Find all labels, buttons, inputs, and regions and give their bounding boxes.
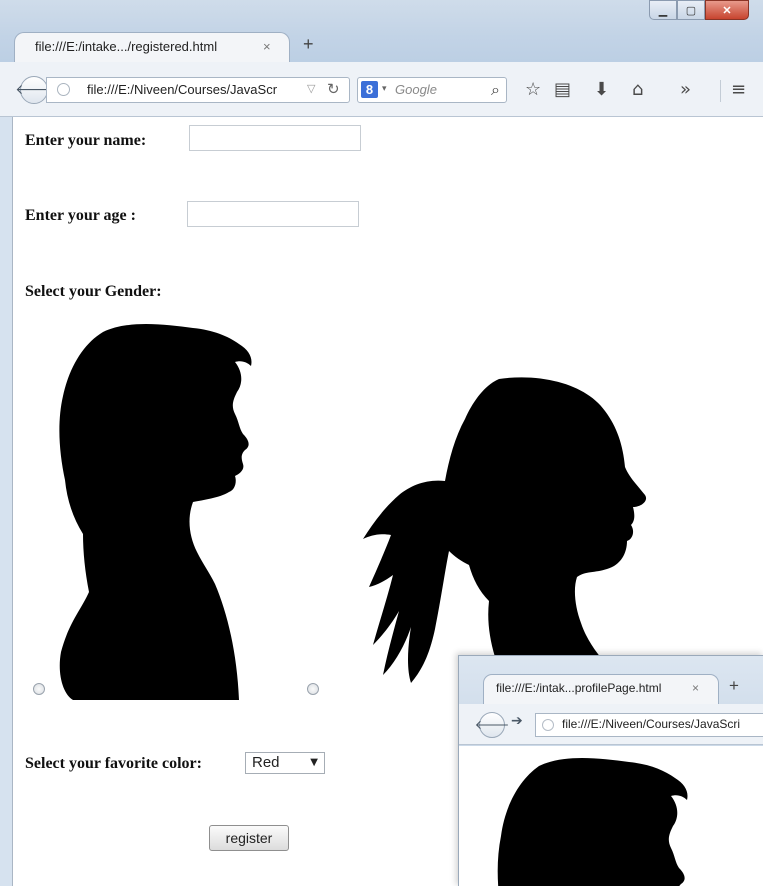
url-bar[interactable]: file:///E:/Niveen/Courses/JavaScri xyxy=(535,713,763,737)
chevron-down-icon: ▼ xyxy=(310,757,318,768)
tab-close-icon[interactable]: × xyxy=(263,39,271,54)
female-silhouette-image[interactable] xyxy=(349,375,649,687)
age-label: Enter your age : xyxy=(25,207,136,224)
back-button[interactable]: 🡐 xyxy=(475,712,509,738)
reading-list-icon[interactable]: ▤ xyxy=(554,81,571,99)
tab-title: file:///E:/intak...profilePage.html xyxy=(496,681,662,695)
url-bar[interactable]: file:///E:/Niveen/Courses/JavaScr ▽ ↻ xyxy=(46,77,350,103)
toolbar-divider xyxy=(720,80,721,102)
color-select-value: Red xyxy=(252,754,280,771)
maximize-button[interactable]: ▢ xyxy=(677,0,705,20)
menu-icon[interactable]: ≡ xyxy=(731,81,746,99)
minimize-button[interactable]: ▁ xyxy=(649,0,677,20)
name-input[interactable] xyxy=(189,125,361,151)
tab-title: file:///E:/intake.../registered.html xyxy=(35,39,218,54)
search-input[interactable]: Google xyxy=(395,82,437,97)
tab-registered[interactable]: file:///E:/intake.../registered.html × xyxy=(14,32,290,64)
profile-page-window: file:///E:/intak...profilePage.html × + … xyxy=(458,655,763,886)
age-input[interactable] xyxy=(187,201,359,227)
new-tab-button[interactable]: + xyxy=(303,34,314,55)
reload-icon[interactable]: ↻ xyxy=(327,80,340,98)
color-select[interactable]: Red ▼ xyxy=(245,752,325,774)
download-icon[interactable]: ⬇ xyxy=(594,81,609,99)
back-button[interactable]: 🡐 xyxy=(15,76,53,104)
new-tab-button[interactable]: + xyxy=(729,676,739,696)
tab-close-icon[interactable]: × xyxy=(692,681,699,695)
search-engine-dropdown-icon[interactable]: ▾ xyxy=(382,83,387,94)
color-label: Select your favorite color: xyxy=(25,755,202,772)
profile-silhouette-image xyxy=(497,758,688,886)
search-bar[interactable]: 8 ▾ Google ⌕ xyxy=(357,77,507,103)
register-button[interactable]: register xyxy=(209,825,289,851)
url-text: file:///E:/Niveen/Courses/JavaScri xyxy=(562,717,741,731)
search-icon[interactable]: ⌕ xyxy=(491,80,500,100)
tab-profile-page[interactable]: file:///E:/intak...profilePage.html × xyxy=(483,674,719,704)
browser-window: file:///E:/intake.../registered.html × +… xyxy=(0,0,763,886)
overflow-icon[interactable]: » xyxy=(680,81,691,99)
star-icon[interactable]: ☆ xyxy=(525,81,541,99)
name-label: Enter your name: xyxy=(25,132,147,149)
female-radio[interactable] xyxy=(307,683,319,695)
close-button[interactable]: ✕ xyxy=(705,0,749,20)
forward-icon[interactable]: ➔ xyxy=(511,713,523,729)
window-controls: ▁ ▢ ✕ xyxy=(649,0,749,20)
history-dropdown-icon[interactable]: ▽ xyxy=(307,82,315,95)
title-bar: file:///E:/intake.../registered.html × +… xyxy=(0,0,763,64)
male-radio[interactable] xyxy=(33,683,45,695)
search-engine-icon[interactable]: 8 xyxy=(361,81,378,98)
home-icon[interactable]: ⌂ xyxy=(632,81,643,99)
gender-label: Select your Gender: xyxy=(25,283,162,300)
profile-window-title-bar: file:///E:/intak...profilePage.html × + … xyxy=(459,656,763,746)
globe-icon xyxy=(57,83,70,96)
male-silhouette-image[interactable] xyxy=(43,322,273,702)
nav-toolbar: 🡐 file:///E:/Niveen/Courses/JavaScr ▽ ↻ … xyxy=(0,62,763,117)
globe-icon xyxy=(542,719,554,731)
url-text: file:///E:/Niveen/Courses/JavaScr xyxy=(87,82,278,97)
profile-window-nav: 🡐 ➔ file:///E:/Niveen/Courses/JavaScri xyxy=(459,704,763,745)
